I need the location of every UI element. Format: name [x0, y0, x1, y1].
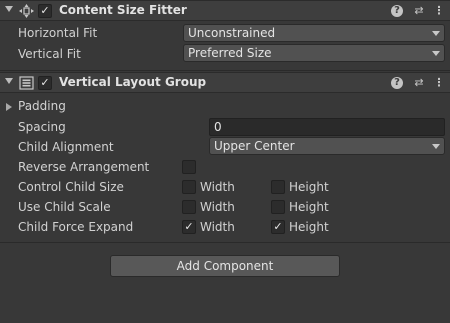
help-icon[interactable]: ?	[391, 5, 403, 17]
help-icon[interactable]: ?	[391, 77, 403, 89]
preset-sliders-icon[interactable]: ⇄	[412, 4, 426, 18]
component-separator	[0, 242, 450, 243]
control-child-size-width-checkbox[interactable]	[182, 180, 196, 194]
foldout-arrow-icon[interactable]	[5, 6, 13, 12]
spacing-input[interactable]: 0	[209, 118, 445, 136]
vertical-layout-group-header[interactable]: ✓ Vertical Layout Group ? ⇄ ⋮	[0, 72, 450, 93]
dropdown-arrow-icon	[432, 31, 440, 36]
control-child-size-height-label: Height	[289, 180, 329, 194]
vertical-layout-group-title: Vertical Layout Group	[59, 75, 207, 89]
content-size-fitter-enabled-checkbox[interactable]: ✓	[38, 4, 52, 18]
more-vertical-icon[interactable]: ⋮	[432, 76, 446, 90]
vertical-fit-value: Preferred Size	[188, 46, 272, 60]
child-force-expand-label: Child Force Expand	[18, 220, 134, 234]
use-child-scale-label: Use Child Scale	[18, 200, 111, 214]
child-force-expand-height-label: Height	[289, 220, 329, 234]
child-alignment-label: Child Alignment	[18, 140, 114, 154]
use-child-scale-height-label: Height	[289, 200, 329, 214]
layout-list-icon	[19, 76, 34, 90]
component-separator	[0, 70, 450, 71]
vertical-fit-dropdown[interactable]: Preferred Size	[183, 44, 445, 62]
child-force-expand-width-checkbox[interactable]: ✓	[182, 220, 196, 234]
child-force-expand-width-label: Width	[200, 220, 235, 234]
use-child-scale-width-checkbox[interactable]	[182, 200, 196, 214]
padding-foldout-arrow-icon[interactable]	[6, 103, 12, 111]
child-alignment-dropdown[interactable]: Upper Center	[209, 137, 445, 155]
horizontal-fit-dropdown[interactable]: Unconstrained	[183, 24, 445, 42]
add-component-button[interactable]: Add Component	[110, 255, 340, 277]
spacing-label: Spacing	[18, 120, 66, 134]
content-size-fitter-header[interactable]: ✓ Content Size Fitter ? ⇄ ⋮	[0, 0, 450, 21]
reverse-arrangement-checkbox[interactable]	[182, 160, 196, 174]
dropdown-arrow-icon	[432, 51, 440, 56]
control-child-size-height-checkbox[interactable]	[271, 180, 285, 194]
vertical-fit-label: Vertical Fit	[18, 47, 81, 61]
move-arrows-icon	[19, 4, 34, 18]
foldout-arrow-icon[interactable]	[5, 78, 13, 84]
reverse-arrangement-label: Reverse Arrangement	[18, 160, 150, 174]
child-force-expand-height-checkbox[interactable]: ✓	[271, 220, 285, 234]
horizontal-fit-value: Unconstrained	[188, 26, 276, 40]
more-vertical-icon[interactable]: ⋮	[432, 4, 446, 18]
horizontal-fit-label: Horizontal Fit	[18, 26, 98, 40]
preset-sliders-icon[interactable]: ⇄	[412, 76, 426, 90]
dropdown-arrow-icon	[432, 144, 440, 149]
vertical-layout-group-enabled-checkbox[interactable]: ✓	[38, 76, 52, 90]
use-child-scale-height-checkbox[interactable]	[271, 200, 285, 214]
control-child-size-width-label: Width	[200, 180, 235, 194]
use-child-scale-width-label: Width	[200, 200, 235, 214]
padding-label[interactable]: Padding	[18, 99, 66, 113]
control-child-size-label: Control Child Size	[18, 180, 124, 194]
child-alignment-value: Upper Center	[214, 139, 295, 153]
content-size-fitter-title: Content Size Fitter	[59, 3, 187, 17]
